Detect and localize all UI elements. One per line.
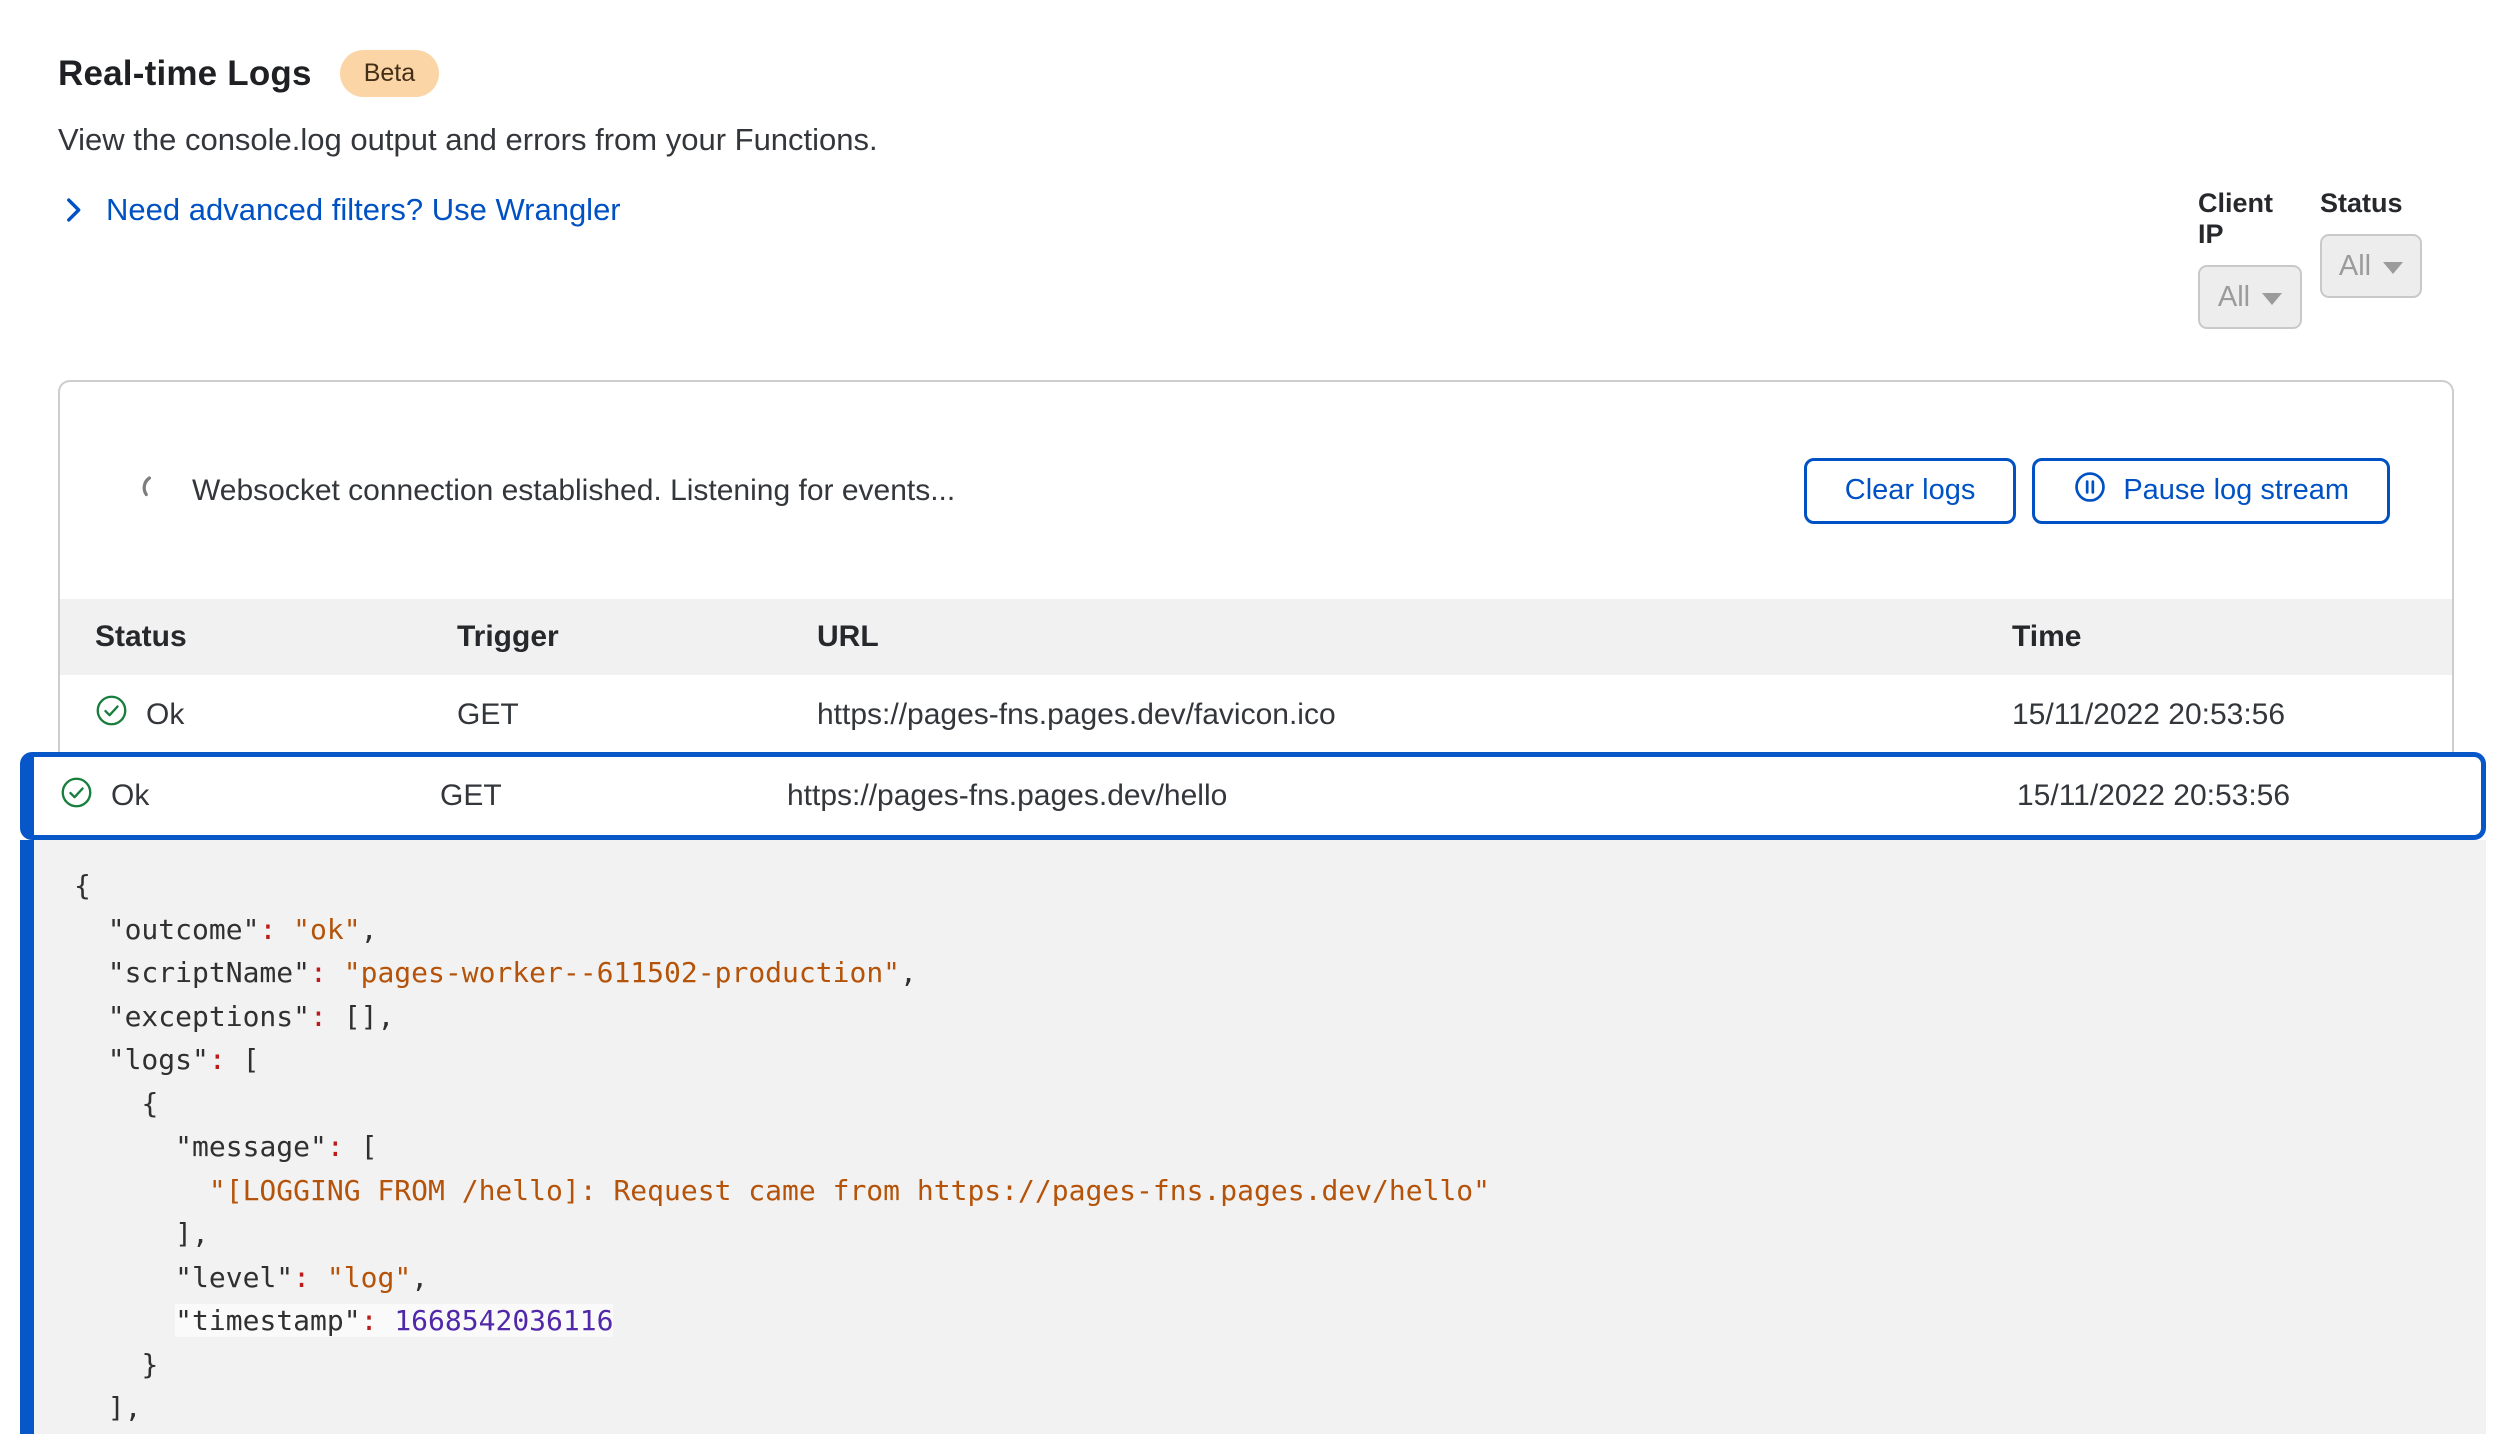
- page-subtitle: View the console.log output and errors f…: [58, 122, 878, 158]
- spinner-icon: [140, 472, 170, 510]
- wrangler-filters-link[interactable]: Need advanced filters? Use Wrangler: [56, 192, 621, 228]
- chevron-right-icon: [56, 193, 90, 227]
- status-cell: Ok: [95, 694, 457, 735]
- trigger-cell: GET: [457, 698, 817, 732]
- status-text: Ok: [111, 779, 149, 813]
- caret-down-icon: [2262, 293, 2282, 305]
- filter-client-ip: Client IP All: [2198, 188, 2302, 329]
- pause-icon: [2073, 470, 2107, 512]
- caret-down-icon: [2383, 262, 2403, 274]
- expanded-log-entry: Ok GET https://pages-fns.pages.dev/hello…: [20, 752, 2486, 1434]
- clear-logs-label: Clear logs: [1845, 474, 1976, 507]
- connection-message: Websocket connection established. Listen…: [192, 474, 955, 508]
- url-cell: https://pages-fns.pages.dev/favicon.ico: [817, 698, 2012, 732]
- table-row-selected[interactable]: Ok GET https://pages-fns.pages.dev/hello…: [20, 752, 2486, 840]
- wrangler-link-label: Need advanced filters? Use Wrangler: [106, 192, 621, 228]
- time-cell: 15/11/2022 20:53:56: [2017, 779, 2481, 813]
- status-cell: Ok: [60, 776, 440, 817]
- check-circle-icon: [95, 694, 128, 735]
- log-panel: Websocket connection established. Listen…: [58, 380, 2454, 752]
- log-json-viewer: { "outcome": "ok", "scriptName": "pages-…: [20, 840, 2486, 1434]
- column-header-status: Status: [95, 620, 457, 654]
- clear-logs-button[interactable]: Clear logs: [1804, 458, 2017, 524]
- page-header: Real-time Logs Beta: [58, 50, 439, 97]
- client-ip-dropdown[interactable]: All: [2198, 265, 2302, 329]
- connection-status: Websocket connection established. Listen…: [140, 472, 955, 510]
- log-actions: Clear logs Pause log stream: [1804, 458, 2390, 524]
- client-ip-label: Client IP: [2198, 188, 2302, 250]
- pause-log-stream-label: Pause log stream: [2123, 474, 2349, 507]
- url-cell: https://pages-fns.pages.dev/hello: [787, 779, 2017, 813]
- check-circle-icon: [60, 776, 93, 817]
- filter-status: Status All: [2320, 188, 2422, 298]
- table-row[interactable]: Ok GET https://pages-fns.pages.dev/favic…: [60, 675, 2452, 754]
- column-header-trigger: Trigger: [457, 620, 817, 654]
- log-json: { "outcome": "ok", "scriptName": "pages-…: [74, 864, 2486, 1430]
- status-text: Ok: [146, 698, 184, 732]
- trigger-cell: GET: [440, 779, 787, 813]
- log-table-header: Status Trigger URL Time: [60, 599, 2452, 675]
- status-value: All: [2339, 250, 2371, 283]
- status-dropdown[interactable]: All: [2320, 234, 2422, 298]
- time-cell: 15/11/2022 20:53:56: [2012, 698, 2452, 732]
- pause-log-stream-button[interactable]: Pause log stream: [2032, 458, 2390, 524]
- column-header-time: Time: [2012, 620, 2452, 654]
- column-header-url: URL: [817, 620, 2012, 654]
- page-title: Real-time Logs: [58, 54, 312, 94]
- status-label: Status: [2320, 188, 2422, 219]
- beta-badge: Beta: [340, 50, 439, 97]
- log-panel-toolbar: Websocket connection established. Listen…: [60, 382, 2452, 599]
- client-ip-value: All: [2218, 281, 2250, 314]
